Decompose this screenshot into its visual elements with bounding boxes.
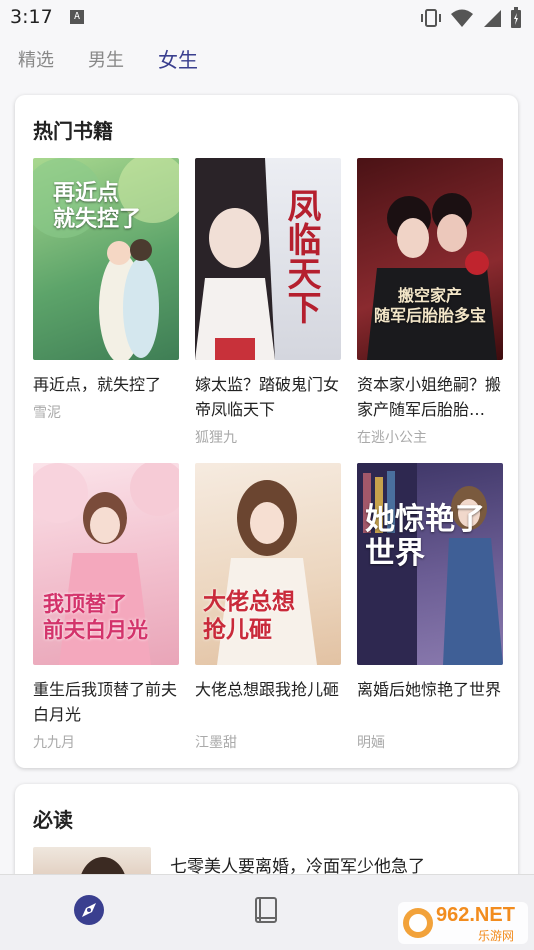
book-card[interactable]: 凤临天下 嫁太监？踏破鬼门女帝凤临天下 狐狸九 xyxy=(195,158,341,458)
book-cover[interactable]: 凤临天下 xyxy=(195,158,341,360)
book-title[interactable]: 再近点，就失控了 xyxy=(33,372,181,397)
section-title: 必读 xyxy=(33,808,73,832)
battery-icon xyxy=(511,7,521,28)
book-cover[interactable]: 大佬总想 抢儿砸 xyxy=(195,463,341,665)
status-bar: 3:17 A xyxy=(0,0,534,38)
book-cover[interactable]: 搬空家产 随军后胎胎多宝 xyxy=(357,158,503,360)
tab-featured[interactable]: 精选 xyxy=(18,46,54,72)
book-icon xyxy=(255,897,277,923)
book-title[interactable]: 大佬总想跟我抢儿砸 xyxy=(195,677,343,702)
book-author: 江墨甜 xyxy=(195,735,237,751)
hot-books-card: 热门书籍 再近点 就失控了 再近点，就失控了 雪泥 凤临天下 嫁太监？踏破鬼门女… xyxy=(15,95,518,768)
signal-icon xyxy=(484,10,501,27)
watermark-subtext: 乐游网 xyxy=(478,929,515,943)
nav-bookshelf[interactable] xyxy=(249,893,285,929)
book-title[interactable]: 资本家小姐绝嗣？搬家产随军后胎胎… xyxy=(357,372,505,422)
bottom-navigation: 962.NET 乐游网 xyxy=(0,874,534,950)
cover-illustration xyxy=(367,193,497,360)
nav-discover[interactable] xyxy=(72,893,108,929)
cover-title-text: 我顶替了 前夫白月光 xyxy=(43,591,148,642)
book-title[interactable]: 离婚后她惊艳了世界 xyxy=(357,677,505,702)
book-card[interactable]: 搬空家产 随军后胎胎多宝 资本家小姐绝嗣？搬家产随军后胎胎… 在逃小公主 xyxy=(357,158,503,458)
cover-title-text: 大佬总想 抢儿砸 xyxy=(203,588,295,643)
cover-title-text: 她惊艳了 世界 xyxy=(365,502,485,571)
book-author: 明婳 xyxy=(357,735,385,751)
book-cover[interactable]: 她惊艳了 世界 xyxy=(357,463,503,665)
cover-title-text: 再近点 就失控了 xyxy=(53,180,142,232)
tab-male[interactable]: 男生 xyxy=(88,46,124,72)
book-author: 雪泥 xyxy=(33,405,61,421)
wifi-icon xyxy=(451,9,473,27)
book-author: 在逃小公主 xyxy=(357,430,427,446)
watermark-logo: 962.NET 乐游网 xyxy=(398,902,528,944)
book-card[interactable]: 她惊艳了 世界 离婚后她惊艳了世界 明婳 xyxy=(357,463,503,763)
book-card[interactable]: 大佬总想 抢儿砸 大佬总想跟我抢儿砸 江墨甜 xyxy=(195,463,341,763)
book-title[interactable]: 重生后我顶替了前夫白月光 xyxy=(33,677,181,727)
status-time: 3:17 xyxy=(10,6,53,28)
section-title: 热门书籍 xyxy=(33,119,113,143)
book-author: 狐狸九 xyxy=(195,430,237,446)
watermark-text: 962.NET xyxy=(436,904,515,926)
book-title[interactable]: 嫁太监？踏破鬼门女帝凤临天下 xyxy=(195,372,343,422)
cover-title-text: 搬空家产 随军后胎胎多宝 xyxy=(373,286,486,325)
tab-female[interactable]: 女生 xyxy=(158,44,198,73)
book-card[interactable]: 我顶替了 前夫白月光 重生后我顶替了前夫白月光 九九月 xyxy=(33,463,179,763)
category-tabs: 精选 男生 女生 xyxy=(0,42,534,78)
cover-title-text: 凤临天下 xyxy=(281,188,321,324)
book-card[interactable]: 再近点 就失控了 再近点，就失控了 雪泥 xyxy=(33,158,179,458)
compass-icon xyxy=(74,895,104,925)
book-author: 九九月 xyxy=(33,735,75,751)
book-cover[interactable]: 再近点 就失控了 xyxy=(33,158,179,360)
notification-icon: A xyxy=(70,10,84,24)
vibrate-icon xyxy=(421,9,441,27)
book-cover[interactable]: 我顶替了 前夫白月光 xyxy=(33,463,179,665)
